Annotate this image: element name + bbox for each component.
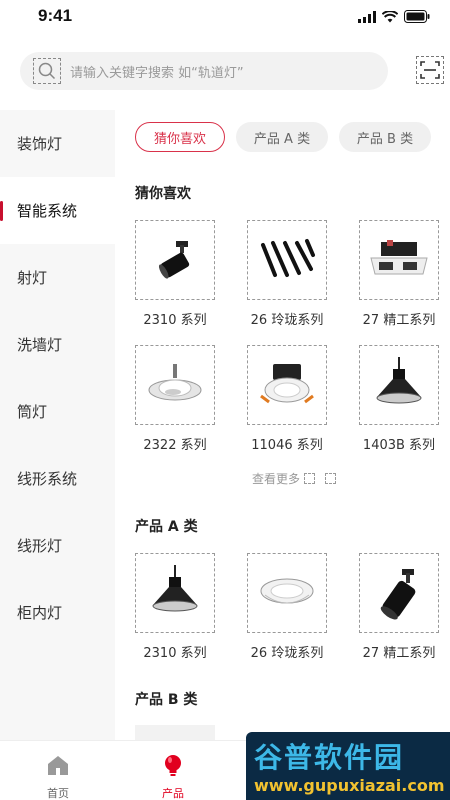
product-card[interactable]: 2322 系列 (125, 345, 225, 453)
sidebar-item-label: 线形系统 (17, 470, 78, 488)
product-name: 27 精工系列 (362, 646, 436, 661)
sidebar-item-smart-system[interactable]: 智能系统 (0, 177, 115, 244)
sidebar-item-label: 智能系统 (17, 202, 78, 220)
section-title-product-a: 产品 A 类 (135, 519, 198, 535)
view-more-label: 查看更多 (252, 472, 301, 486)
sidebar-item-label: 线形灯 (17, 537, 63, 555)
pendant-light-icon (135, 553, 215, 633)
sidebar-item-cabinet-light[interactable]: 柜内灯 (0, 579, 115, 646)
product-name: 11046 系列 (251, 438, 323, 453)
status-bar: 9:41 (0, 0, 450, 40)
search-icon (33, 58, 61, 84)
product-card[interactable]: 26 玲珑系列 (237, 553, 337, 661)
wifi-icon (382, 10, 398, 22)
product-name: 26 玲珑系列 (250, 313, 324, 328)
status-time: 9:41 (38, 6, 73, 25)
search-input[interactable]: 请输入关键字搜索 如“轨道灯” (20, 52, 388, 90)
category-sidebar: 装饰灯 智能系统 射灯 洗墙灯 筒灯 线形系统 线形灯 柜内灯 (0, 110, 115, 740)
sidebar-item-wall-washer[interactable]: 洗墙灯 (0, 311, 115, 378)
expand-icon (304, 473, 316, 484)
product-name: 2310 系列 (143, 313, 207, 328)
sidebar-item-label: 射灯 (17, 269, 48, 287)
watermark-logo: 谷普软件园 www.gupuxiazai.com (246, 732, 450, 800)
sidebar-item-label: 筒灯 (17, 403, 48, 421)
view-more-link[interactable]: 查看更多 (252, 470, 337, 487)
recessed-downlight-icon (247, 345, 327, 425)
scan-icon (420, 61, 440, 79)
track-spotlight-icon (135, 220, 215, 300)
watermark-url: www.gupuxiazai.com (254, 776, 445, 795)
sidebar-item-label: 柜内灯 (17, 604, 63, 622)
product-card[interactable]: 27 精工系列 (349, 553, 449, 661)
chip-product-a[interactable]: 产品 A 类 (236, 122, 328, 152)
section-title-recommend: 猜你喜欢 (135, 186, 191, 202)
product-content: 猜你喜欢 产品 A 类 产品 B 类 猜你喜欢 2310 系列 26 玲珑系列 … (115, 110, 450, 740)
product-name: 26 玲珑系列 (250, 646, 324, 661)
chip-recommend[interactable]: 猜你喜欢 (135, 122, 225, 152)
status-icons (358, 10, 430, 23)
expand-icon (325, 473, 337, 484)
watermark-title: 谷普软件园 (254, 741, 405, 774)
product-card[interactable]: 2310 系列 (125, 553, 225, 661)
track-spotlight-icon (359, 553, 439, 633)
product-card[interactable]: 1403B 系列 (349, 345, 449, 453)
sidebar-item-decorative-light[interactable]: 装饰灯 (0, 110, 115, 177)
sidebar-item-spotlight[interactable]: 射灯 (0, 244, 115, 311)
section-title-product-b: 产品 B 类 (135, 692, 198, 708)
sidebar-item-linear-light[interactable]: 线形灯 (0, 512, 115, 579)
sidebar-item-linear-system[interactable]: 线形系统 (0, 445, 115, 512)
battery-icon (404, 10, 430, 23)
scan-button[interactable] (416, 56, 444, 84)
product-name: 2310 系列 (143, 646, 207, 661)
sidebar-item-label: 装饰灯 (17, 135, 63, 153)
cellular-signal-icon (358, 10, 376, 23)
tab-label: 产品 (162, 787, 184, 800)
product-image-placeholder (135, 725, 215, 740)
tab-home[interactable]: 首页 (18, 741, 98, 800)
product-card[interactable]: 27 精工系列 (349, 220, 449, 328)
search-row: 请输入关键字搜索 如“轨道灯” (0, 50, 450, 94)
product-card[interactable]: 11046 系列 (237, 345, 337, 453)
product-name: 2322 系列 (143, 438, 207, 453)
sidebar-item-downlight[interactable]: 筒灯 (0, 378, 115, 445)
pendant-light-icon (359, 345, 439, 425)
bulb-icon (165, 755, 181, 776)
search-placeholder: 请输入关键字搜索 如“轨道灯” (70, 66, 244, 81)
sidebar-item-label: 洗墙灯 (17, 336, 63, 354)
tab-label: 首页 (47, 787, 69, 800)
home-icon (48, 756, 68, 775)
product-card[interactable]: 2310 系列 (125, 220, 225, 328)
product-name: 1403B 系列 (362, 438, 436, 453)
product-name: 27 精工系列 (362, 313, 436, 328)
adjustable-downlight-icon (135, 345, 215, 425)
product-card[interactable]: 26 玲珑系列 (237, 220, 337, 328)
tab-products[interactable]: 产品 (133, 741, 213, 800)
grille-downlight-icon (359, 220, 439, 300)
recessed-downlight-icon (247, 553, 327, 633)
linear-strip-lights-icon (247, 220, 327, 300)
chip-product-b[interactable]: 产品 B 类 (339, 122, 431, 152)
